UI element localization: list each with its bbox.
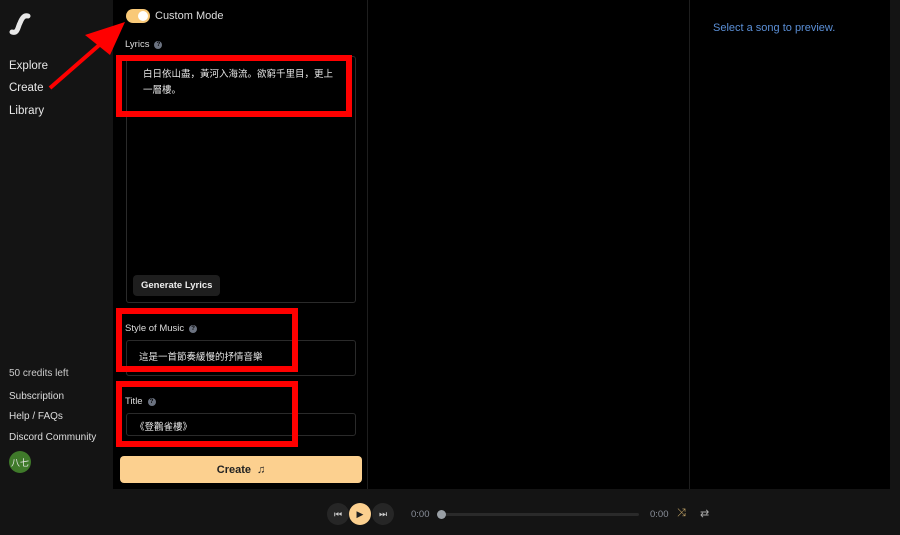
link-discord[interactable]: Discord Community: [9, 432, 96, 443]
create-form: Custom Mode Lyrics? 白日依山盡，黃河入海流。欲窮千里目，更上…: [113, 0, 368, 489]
style-input[interactable]: 這是一首節奏緩慢的抒情音樂: [126, 340, 356, 376]
duration: 0:00: [650, 509, 669, 520]
play-icon[interactable]: ▶: [349, 503, 371, 525]
help-icon[interactable]: ?: [154, 40, 163, 49]
repeat-icon[interactable]: ⇄: [700, 507, 709, 520]
avatar[interactable]: 八七: [9, 451, 31, 473]
music-note-icon: ♫: [257, 463, 266, 476]
help-icon[interactable]: ?: [189, 324, 198, 333]
shuffle-icon[interactable]: ⤨: [677, 507, 686, 520]
progress-handle[interactable]: [437, 510, 446, 519]
nav-library[interactable]: Library: [9, 105, 44, 117]
credits-left: 50 credits left: [9, 368, 69, 379]
logo-icon[interactable]: [9, 12, 31, 36]
custom-mode-label: Custom Mode: [155, 10, 224, 22]
current-time: 0:00: [411, 509, 430, 520]
next-icon[interactable]: ⏭: [372, 503, 394, 525]
preview-text: Select a song to preview.: [713, 22, 836, 34]
generate-lyrics-button[interactable]: Generate Lyrics: [133, 275, 221, 296]
annotation-arrow-icon: [48, 22, 125, 90]
link-help[interactable]: Help / FAQs: [9, 411, 63, 422]
link-subscription[interactable]: Subscription: [9, 391, 64, 402]
preview-panel: Select a song to preview.: [690, 0, 890, 489]
title-label: Title: [125, 396, 143, 407]
nav-create[interactable]: Create: [9, 82, 44, 94]
create-label: Create: [216, 463, 251, 476]
create-button[interactable]: Create ♫: [120, 456, 362, 483]
scrollbar[interactable]: [890, 0, 900, 489]
previous-icon[interactable]: ⏮: [327, 503, 349, 525]
lyrics-text: 白日依山盡，黃河入海流。欲窮千里目，更上一層樓。: [143, 69, 334, 96]
progress-slider[interactable]: [437, 510, 639, 519]
title-input[interactable]: 《登鸛雀樓》: [126, 413, 356, 436]
lyrics-textarea[interactable]: 白日依山盡，黃河入海流。欲窮千里目，更上一層樓。 Generate Lyrics: [126, 56, 356, 303]
help-icon[interactable]: ?: [147, 397, 156, 406]
style-label: Style of Music: [125, 323, 185, 334]
player-bar: ⏮ ▶ ⏭ 0:00 0:00 ⤨ ⇄: [0, 489, 900, 535]
song-list-panel: [368, 0, 690, 489]
